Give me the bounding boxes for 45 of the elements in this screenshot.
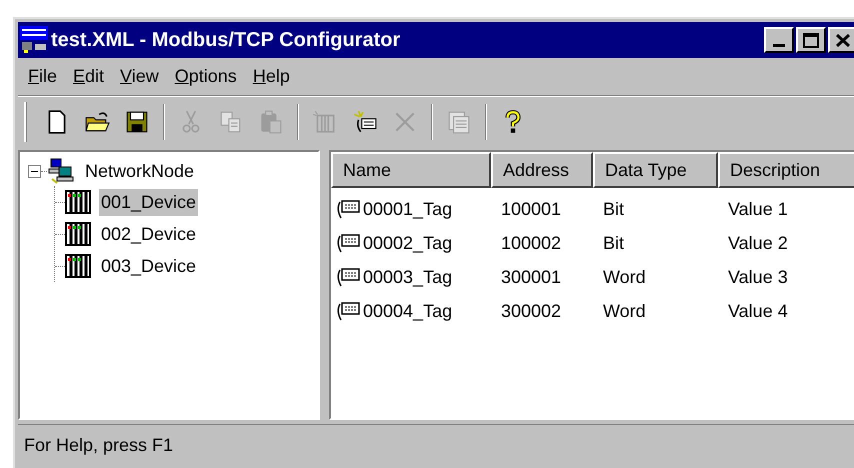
table-cell-text: 300002 xyxy=(501,300,562,322)
tree-item[interactable]: NetworkNode xyxy=(83,158,196,184)
close-icon xyxy=(836,34,850,46)
table-cell[interactable]: 00004_Tag xyxy=(363,298,452,324)
status-text: For Help, press F1 xyxy=(24,434,174,457)
maximize-button[interactable] xyxy=(796,27,826,53)
tag-icon xyxy=(352,108,378,134)
table-cell-text: Bit xyxy=(603,198,624,220)
table-cell-text: Value 1 xyxy=(728,198,788,220)
app-icon xyxy=(20,26,48,54)
maximize-icon xyxy=(803,32,819,48)
column-header[interactable]: Description xyxy=(718,152,854,188)
menu-item[interactable]: Help xyxy=(244,63,298,90)
floppy-icon xyxy=(124,108,150,134)
column-header[interactable]: Name xyxy=(331,152,491,188)
table-cell-text: Value 2 xyxy=(728,232,788,254)
table-cell-text: 300001 xyxy=(501,266,562,288)
close-button[interactable] xyxy=(828,27,854,53)
sheets-icon xyxy=(446,108,472,134)
tree-item[interactable]: 002_Device xyxy=(99,220,198,248)
table-cell-text: Value 3 xyxy=(728,266,788,288)
table-cell[interactable]: 00001_Tag xyxy=(363,196,452,222)
minimize-icon xyxy=(773,44,785,47)
table-cell-text: Word xyxy=(603,300,646,322)
table-cell[interactable]: 00003_Tag xyxy=(363,264,452,290)
menu-item[interactable]: Edit xyxy=(65,63,112,90)
minimize-button[interactable] xyxy=(764,27,794,53)
rack-icon xyxy=(65,222,91,246)
tree-item[interactable]: 001_Device xyxy=(99,188,198,216)
menu-item[interactable]: File xyxy=(20,63,66,90)
table-cell-text: Value 4 xyxy=(728,300,788,322)
menu-item[interactable]: Options xyxy=(166,63,245,90)
window-title: test.XML - Modbus/TCP Configurator xyxy=(51,28,400,53)
table-cell-text: Bit xyxy=(603,232,624,254)
collapse-button[interactable] xyxy=(28,164,41,178)
column-header[interactable]: Address xyxy=(491,152,593,188)
table-cell-text: 100001 xyxy=(501,198,562,220)
table-cell-text: Word xyxy=(603,266,646,288)
rack-icon xyxy=(65,254,91,278)
tree-item[interactable]: 003_Device xyxy=(99,252,198,280)
menu-item[interactable]: View xyxy=(112,63,167,90)
rack-icon xyxy=(65,190,91,214)
table-cell-text: 100002 xyxy=(501,232,562,254)
column-header[interactable]: Data Type xyxy=(593,152,718,188)
table-cell[interactable]: 00002_Tag xyxy=(363,230,452,256)
